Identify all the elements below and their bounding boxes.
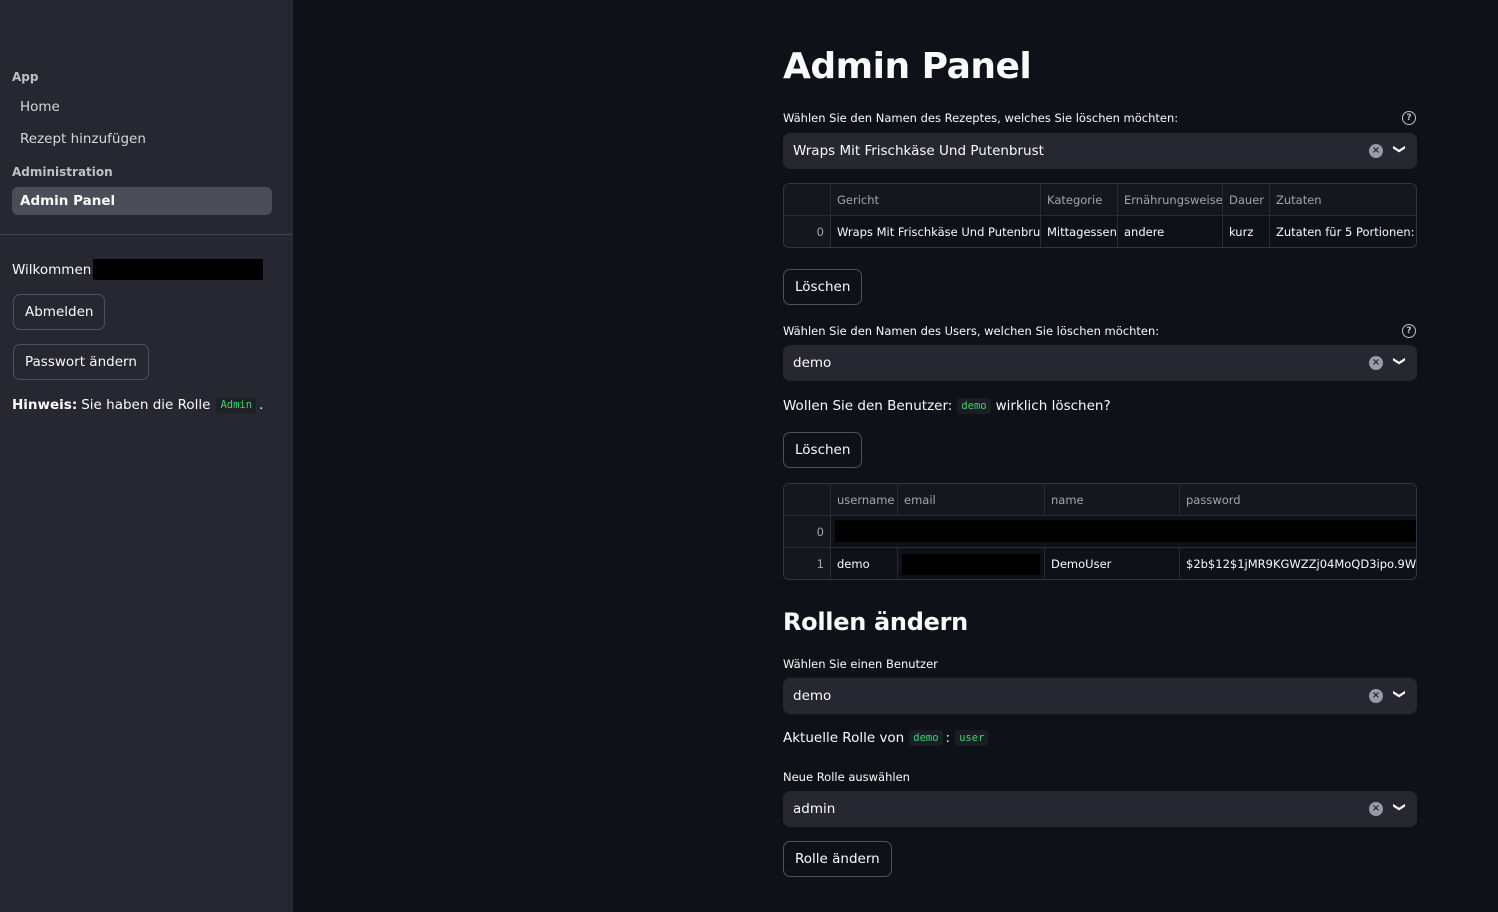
chevron-down-icon[interactable]: ❯: [1393, 356, 1407, 366]
sidebar-item-home[interactable]: Home: [12, 93, 272, 121]
table-header-row: Gericht Kategorie Ernährungsweise Dauer …: [784, 184, 1416, 216]
table-cell[interactable]: kurz: [1223, 216, 1270, 247]
hint-end: .: [259, 397, 264, 413]
table-cell[interactable]: $2b$12$1jMR9KGWZZj04MoQD3ipo.9WXbCi: [1180, 548, 1416, 579]
table-header-cell[interactable]: Gericht: [831, 184, 1041, 215]
change-password-button[interactable]: Passwort ändern: [13, 344, 149, 380]
change-role-button[interactable]: Rolle ändern: [783, 841, 892, 877]
recipe-select-value: Wraps Mit Frischkäse Und Putenbrust: [793, 143, 1044, 159]
help-icon[interactable]: ?: [1402, 111, 1416, 125]
new-role-label: Neue Rolle auswählen: [783, 770, 910, 784]
logout-button[interactable]: Abmelden: [13, 294, 106, 330]
page-title: Admin Panel: [783, 46, 1032, 87]
table-header-cell[interactable]: email: [898, 484, 1045, 515]
sidebar-item-label: Rezept hinzufügen: [20, 131, 146, 147]
table-row[interactable]: 0 Wraps Mit Frischkäse Und Putenbrust Mi…: [784, 216, 1416, 247]
table-header-cell[interactable]: Kategorie: [1041, 184, 1118, 215]
table-cell: 0: [784, 216, 831, 247]
sidebar-item-label: Home: [20, 99, 60, 115]
recipe-select[interactable]: Wraps Mit Frischkäse Und Putenbrust × ❯: [783, 133, 1417, 169]
user-table[interactable]: username email name password 0 1 demo De…: [783, 483, 1417, 580]
table-row[interactable]: 0: [784, 516, 1416, 548]
user-select[interactable]: demo × ❯: [783, 345, 1417, 381]
table-row[interactable]: 1 demo DemoUser $2b$12$1jMR9KGWZZj04MoQD…: [784, 548, 1416, 579]
table-cell[interactable]: Zutaten für 5 Portionen: - 5: [1270, 216, 1416, 247]
roles-heading: Rollen ändern: [783, 608, 968, 636]
user-select-value: demo: [793, 355, 832, 371]
current-role-line: Aktuelle Rolle von demo : user: [783, 730, 991, 746]
sidebar-item-label: Admin Panel: [20, 193, 116, 209]
table-cell[interactable]: Wraps Mit Frischkäse Und Putenbrust: [831, 216, 1041, 247]
chevron-down-icon[interactable]: ❯: [1393, 689, 1407, 699]
nav-section-administration: Administration: [12, 165, 113, 179]
table-cell[interactable]: [831, 516, 1416, 547]
welcome-label: Wilkommen: [12, 261, 92, 278]
table-cell[interactable]: DemoUser: [1045, 548, 1180, 579]
table-header-cell[interactable]: Dauer: [1223, 184, 1270, 215]
user-select-label: Wählen Sie den Namen des Users, welchen …: [783, 324, 1160, 338]
role-user-select[interactable]: demo × ❯: [783, 678, 1417, 714]
hint-bold: Hinweis:: [12, 397, 78, 413]
recipe-table[interactable]: Gericht Kategorie Ernährungsweise Dauer …: [783, 183, 1417, 248]
table-cell[interactable]: demo: [831, 548, 898, 579]
table-header-cell[interactable]: Ernährungsweise: [1118, 184, 1223, 215]
confirm-suffix: wirklich löschen?: [995, 398, 1111, 414]
role-hint: Hinweis: Sie haben die Rolle Admin .: [12, 397, 263, 413]
help-icon[interactable]: ?: [1402, 324, 1416, 338]
table-header-cell[interactable]: Zutaten: [1270, 184, 1416, 215]
current-role-prefix: Aktuelle Rolle von: [783, 730, 905, 746]
clear-icon[interactable]: ×: [1369, 689, 1383, 703]
sidebar: App Home Rezept hinzufügen Administratio…: [0, 0, 293, 912]
sidebar-divider: [0, 234, 293, 235]
redacted-username: [93, 259, 264, 280]
table-cell[interactable]: [898, 548, 1045, 579]
role-user-select-label: Wählen Sie einen Benutzer: [783, 657, 938, 671]
table-cell[interactable]: andere: [1118, 216, 1223, 247]
redacted-email: [902, 553, 1040, 575]
welcome-line: Wilkommen: [12, 259, 264, 280]
redacted-row: [835, 520, 1416, 542]
delete-recipe-button[interactable]: Löschen: [783, 269, 863, 305]
delete-user-confirm: Wollen Sie den Benutzer: demo wirklich l…: [783, 398, 1111, 414]
new-role-select[interactable]: admin × ❯: [783, 791, 1417, 827]
recipe-select-label: Wählen Sie den Namen des Rezeptes, welch…: [783, 111, 1179, 125]
hint-text: Sie haben die Rolle: [81, 397, 211, 413]
hint-role-code: Admin: [216, 397, 257, 413]
table-cell: 1: [784, 548, 831, 579]
chevron-down-icon[interactable]: ❯: [1393, 802, 1407, 812]
chevron-down-icon[interactable]: ❯: [1393, 144, 1407, 154]
table-header-cell: [784, 184, 831, 215]
table-cell: 0: [784, 516, 831, 547]
delete-user-button[interactable]: Löschen: [783, 432, 863, 468]
table-cell[interactable]: Mittagessen: [1041, 216, 1118, 247]
sidebar-item-rezept-hinzufuegen[interactable]: Rezept hinzufügen: [12, 125, 272, 153]
new-role-select-value: admin: [793, 801, 836, 817]
confirm-user-code: demo: [957, 398, 991, 414]
current-role-user-code: demo: [909, 730, 943, 746]
nav-section-app: App: [12, 70, 39, 84]
confirm-prefix: Wollen Sie den Benutzer:: [783, 398, 953, 414]
role-user-select-value: demo: [793, 688, 832, 704]
table-header-cell[interactable]: password: [1180, 484, 1416, 515]
clear-icon[interactable]: ×: [1369, 144, 1383, 158]
sidebar-item-admin-panel[interactable]: Admin Panel: [12, 187, 272, 215]
table-header-cell: [784, 484, 831, 515]
current-role-sep: :: [945, 730, 951, 746]
clear-icon[interactable]: ×: [1369, 356, 1383, 370]
table-header-cell[interactable]: name: [1045, 484, 1180, 515]
clear-icon[interactable]: ×: [1369, 802, 1383, 816]
current-role-code: user: [955, 730, 989, 746]
table-header-row: username email name password: [784, 484, 1416, 516]
table-header-cell[interactable]: username: [831, 484, 898, 515]
